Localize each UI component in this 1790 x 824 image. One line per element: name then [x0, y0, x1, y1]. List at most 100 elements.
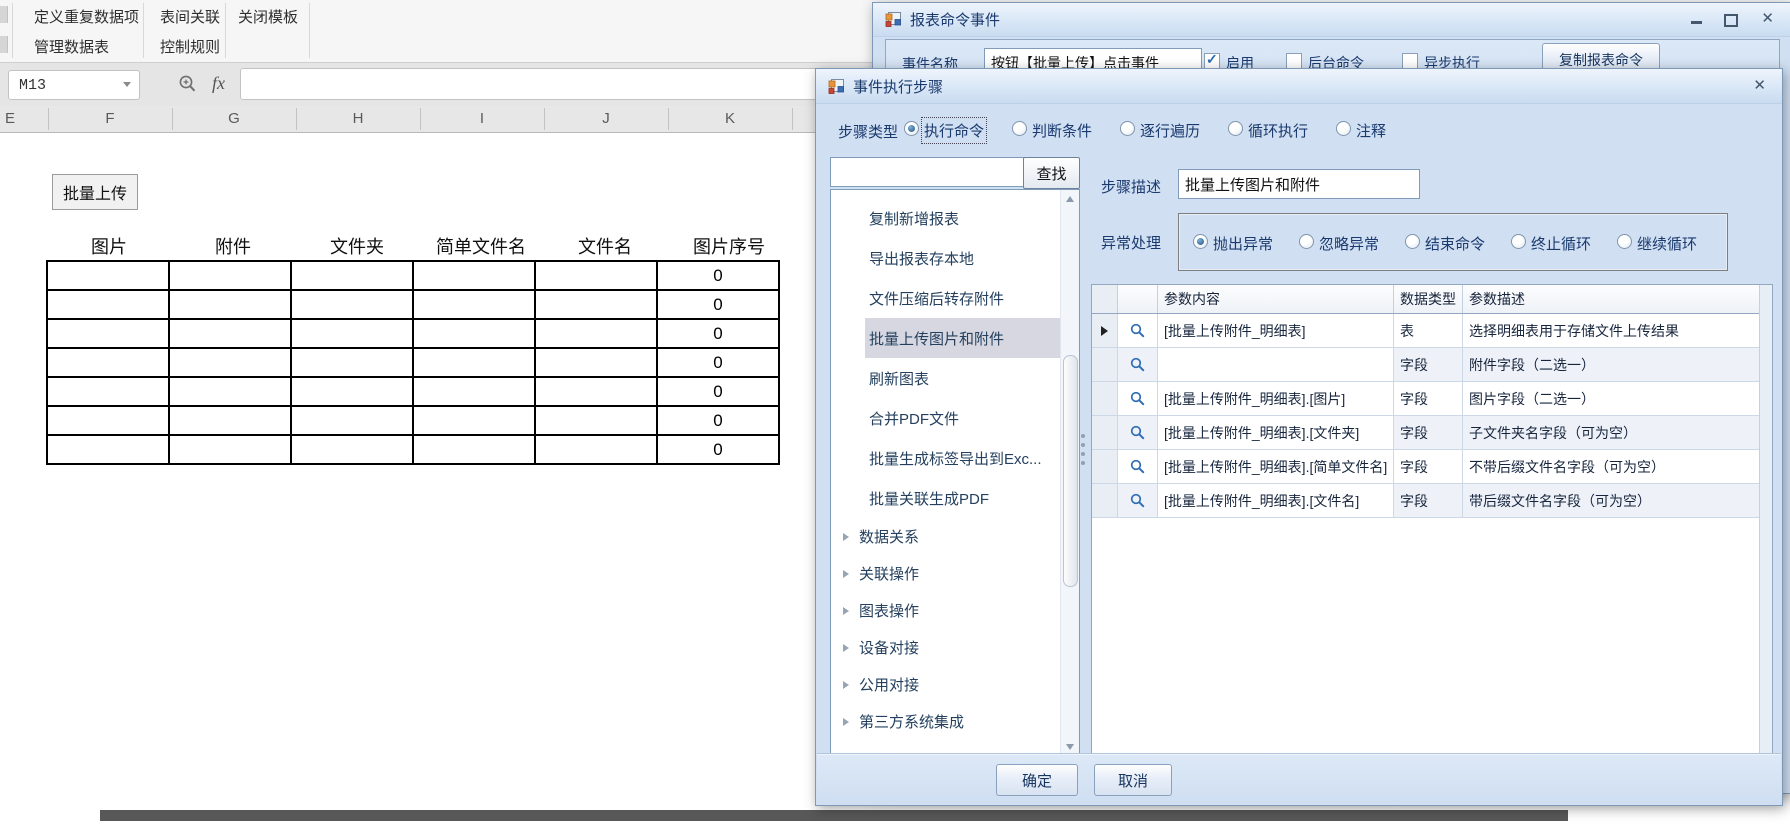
sheet-cell[interactable] [291, 406, 413, 435]
step-type-radio-loop[interactable] [1228, 121, 1243, 136]
grid-scrollbar[interactable] [1759, 285, 1772, 755]
exception-continue-loop-label[interactable]: 继续循环 [1637, 233, 1697, 254]
menu-close-template[interactable]: 关闭模板 [238, 6, 298, 27]
batch-upload-button[interactable]: 批量上传 [52, 174, 138, 210]
tree-node-third-party-integration[interactable]: 第三方系统集成 [831, 703, 1079, 740]
sheet-cell-picture-index[interactable]: 0 [657, 290, 779, 319]
sheet-cell-picture-index[interactable]: 0 [657, 319, 779, 348]
param-content-cell[interactable]: [批量上传附件_明细表].[图片] [1158, 382, 1394, 415]
sheet-cell[interactable] [169, 348, 291, 377]
zoom-icon[interactable] [178, 74, 198, 96]
sheet-cell[interactable] [413, 319, 535, 348]
chevron-right-icon[interactable] [843, 644, 849, 652]
menu-define-duplicate-items[interactable]: 定义重复数据项 [34, 6, 139, 27]
command-item[interactable]: 批量关联生成PDF [865, 478, 1060, 518]
sheet-cell[interactable] [535, 348, 657, 377]
exception-stop-loop-label[interactable]: 终止循环 [1531, 233, 1591, 254]
command-item[interactable]: 批量生成标签导出到Exc... [865, 438, 1060, 478]
sheet-cell-picture-index[interactable]: 0 [657, 406, 779, 435]
tree-node-public-integration[interactable]: 公用对接 [831, 666, 1079, 703]
tree-node-chart-operations[interactable]: 图表操作 [831, 592, 1079, 629]
sheet-cell[interactable] [535, 406, 657, 435]
step-type-radio-iterate[interactable] [1120, 121, 1135, 136]
column-header-h[interactable]: H [338, 110, 378, 127]
sheet-cell[interactable] [47, 290, 169, 319]
menu-table-relations[interactable]: 表间关联 [160, 6, 220, 27]
sheet-cell[interactable] [291, 290, 413, 319]
dialog-titlebar[interactable]: 事件执行步骤 [816, 69, 1782, 104]
minimize-button[interactable] [1691, 21, 1702, 24]
step-description-input[interactable]: 批量上传图片和附件 [1178, 169, 1420, 199]
exception-ignore-label[interactable]: 忽略异常 [1319, 233, 1379, 254]
param-content-cell[interactable]: [批量上传附件_明细表].[文件名] [1158, 484, 1394, 517]
exception-radio-stop-loop[interactable] [1511, 234, 1526, 249]
cell-name-box[interactable]: M13 [8, 70, 140, 100]
sheet-cell-picture-index[interactable]: 0 [657, 377, 779, 406]
param-content-cell[interactable]: [批量上传附件_明细表].[简单文件名] [1158, 450, 1394, 483]
sheet-cell[interactable] [291, 435, 413, 464]
formula-input[interactable] [240, 68, 898, 100]
step-type-iterate-label[interactable]: 逐行遍历 [1140, 120, 1200, 141]
background-command-checkbox[interactable] [1286, 53, 1302, 69]
list-scrollbar[interactable] [1060, 190, 1079, 756]
column-header-f[interactable]: F [90, 110, 130, 127]
sheet-cell-picture-index[interactable]: 0 [657, 435, 779, 464]
step-type-radio-comment[interactable] [1336, 121, 1351, 136]
cancel-button[interactable]: 取消 [1094, 764, 1172, 796]
sheet-cell[interactable] [169, 319, 291, 348]
sheet-cell[interactable] [535, 261, 657, 290]
sheet-cell[interactable] [535, 435, 657, 464]
sheet-cell[interactable] [169, 290, 291, 319]
param-row[interactable]: [批量上传附件_明细表].[文件名] 字段 带后缀文件名字段（可为空） [1092, 484, 1772, 518]
param-content-cell[interactable] [1158, 348, 1394, 381]
sheet-cell[interactable] [47, 261, 169, 290]
sheet-cell[interactable] [291, 348, 413, 377]
lookup-button[interactable] [1118, 416, 1158, 449]
sheet-cell[interactable] [291, 377, 413, 406]
close-icon[interactable]: ✕ [1761, 12, 1774, 26]
lookup-button[interactable] [1118, 450, 1158, 483]
command-item[interactable]: 导出报表存本地 [865, 238, 1060, 278]
sheet-cell[interactable] [413, 435, 535, 464]
sheet-cell-picture-index[interactable]: 0 [657, 348, 779, 377]
scrollbar-thumb[interactable] [1063, 355, 1078, 587]
chevron-right-icon[interactable] [843, 570, 849, 578]
sheet-cell[interactable] [535, 377, 657, 406]
exception-radio-throw[interactable] [1193, 234, 1208, 249]
menu-manage-data-tables[interactable]: 管理数据表 [34, 36, 109, 57]
maximize-button[interactable] [1724, 14, 1738, 27]
sheet-cell-picture-index[interactable]: 0 [657, 261, 779, 290]
close-icon[interactable]: ✕ [1753, 79, 1766, 93]
search-input[interactable] [830, 157, 1034, 187]
ok-button[interactable]: 确定 [996, 764, 1078, 796]
sheet-cell[interactable] [413, 406, 535, 435]
sheet-cell[interactable] [169, 406, 291, 435]
step-type-execute-label[interactable]: 执行命令 [924, 120, 984, 141]
param-row[interactable]: [批量上传附件_明细表] 表 选择明细表用于存储文件上传结果 [1092, 314, 1772, 348]
param-row[interactable]: 字段 附件字段（二选一） [1092, 348, 1772, 382]
dialog-titlebar[interactable]: 报表命令事件 [873, 3, 1790, 37]
param-row[interactable]: [批量上传附件_明细表].[图片] 字段 图片字段（二选一） [1092, 382, 1772, 416]
command-item[interactable]: 文件压缩后转存附件 [865, 278, 1060, 318]
exception-radio-ignore[interactable] [1299, 234, 1314, 249]
menu-control-rules[interactable]: 控制规则 [160, 36, 220, 57]
chevron-right-icon[interactable] [843, 681, 849, 689]
param-row[interactable]: [批量上传附件_明细表].[文件夹] 字段 子文件夹名字段（可为空） [1092, 416, 1772, 450]
command-item-selected[interactable]: 批量上传图片和附件 [865, 318, 1060, 358]
exception-throw-label[interactable]: 抛出异常 [1213, 233, 1273, 254]
lookup-button[interactable] [1118, 484, 1158, 517]
async-execute-checkbox[interactable] [1402, 53, 1418, 69]
scroll-up-icon[interactable] [1066, 196, 1074, 202]
sheet-cell[interactable] [413, 348, 535, 377]
exception-end-command-label[interactable]: 结束命令 [1425, 233, 1485, 254]
column-header-i[interactable]: I [462, 110, 502, 127]
lookup-button[interactable] [1118, 382, 1158, 415]
column-header-e[interactable]: E [0, 110, 30, 127]
column-header-k[interactable]: K [710, 110, 750, 127]
tree-node-device-integration[interactable]: 设备对接 [831, 629, 1079, 666]
command-item[interactable]: 刷新图表 [865, 358, 1060, 398]
search-button[interactable]: 查找 [1023, 157, 1080, 189]
step-type-condition-label[interactable]: 判断条件 [1032, 120, 1092, 141]
sheet-cell[interactable] [47, 406, 169, 435]
chevron-right-icon[interactable] [843, 533, 849, 541]
